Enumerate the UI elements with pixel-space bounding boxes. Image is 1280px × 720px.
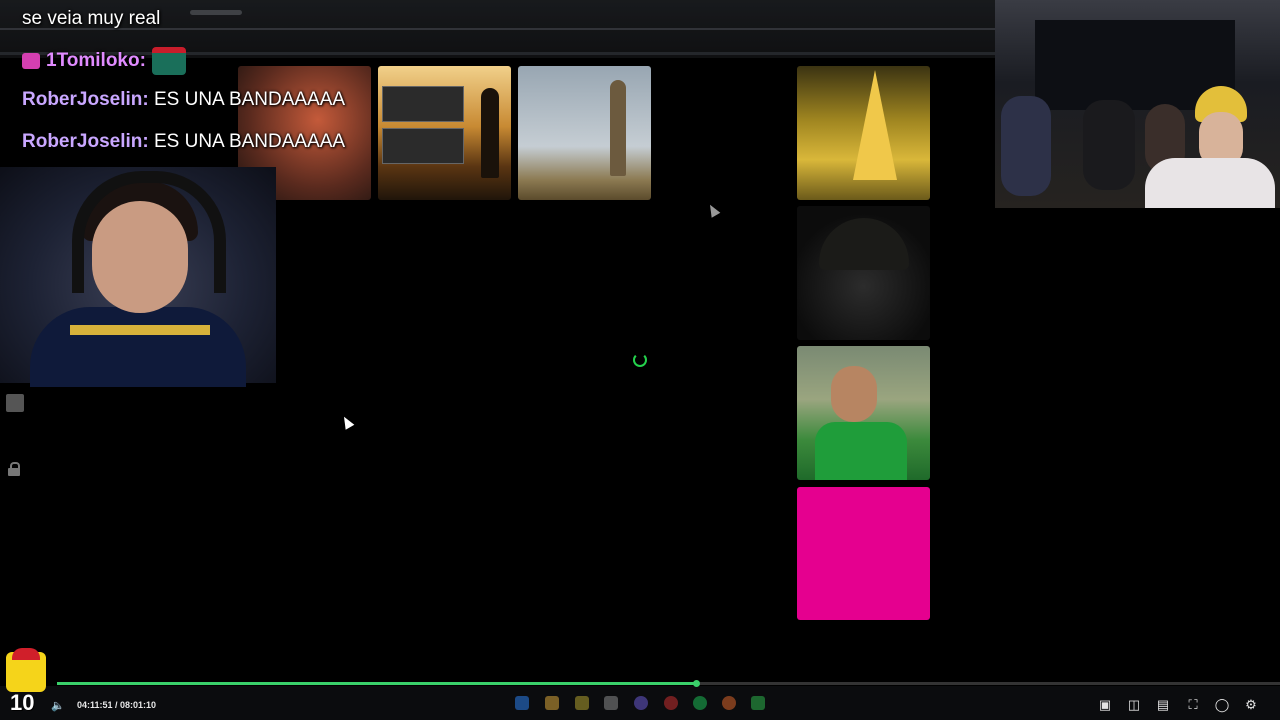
green-shirt bbox=[815, 422, 907, 480]
cap bbox=[819, 218, 909, 270]
santa-hat bbox=[12, 648, 40, 660]
headset bbox=[72, 171, 226, 293]
lock-icon[interactable] bbox=[8, 462, 20, 476]
image-tile-eiffel[interactable] bbox=[797, 66, 930, 200]
notes-icon bbox=[575, 696, 589, 710]
person bbox=[1083, 100, 1135, 190]
eiffel-tower bbox=[853, 70, 897, 180]
windows-start-icon bbox=[515, 696, 529, 710]
chat-overlay: se veia muy real 1Tomiloko: RoberJoselin… bbox=[8, 0, 408, 165]
white-shirt bbox=[1145, 158, 1275, 208]
image-tile[interactable] bbox=[518, 66, 651, 200]
theater-mode-icon[interactable]: ▣ bbox=[1097, 697, 1113, 713]
loading-spinner-icon bbox=[633, 353, 647, 367]
volume-icon[interactable]: 🔈 bbox=[51, 699, 65, 712]
message-text: se veia muy real bbox=[22, 8, 161, 29]
fullscreen-icon[interactable]: ⛶ bbox=[1185, 697, 1201, 713]
jersey bbox=[30, 307, 246, 387]
discord-icon bbox=[634, 696, 648, 710]
chat-message: se veia muy real bbox=[22, 8, 160, 30]
channel-logo[interactable]: 10 bbox=[6, 648, 50, 718]
person bbox=[1001, 96, 1051, 196]
emote-icon bbox=[151, 47, 186, 75]
channel-badge-number: 10 bbox=[10, 690, 35, 715]
seek-bar-handle[interactable] bbox=[693, 680, 700, 687]
mouse-cursor-icon bbox=[339, 414, 355, 430]
chat-icon[interactable] bbox=[6, 394, 24, 412]
subscriber-badge-icon bbox=[22, 53, 40, 69]
image-tile-pink[interactable] bbox=[797, 487, 930, 620]
image-tile-player[interactable] bbox=[797, 346, 930, 480]
check-icon bbox=[604, 696, 618, 710]
standing-figure bbox=[610, 80, 626, 176]
jersey-stripe bbox=[70, 325, 210, 335]
head bbox=[831, 366, 877, 422]
time-display: 04:11:51 / 08:01:10 bbox=[77, 700, 157, 710]
chat-username[interactable]: RoberJoselin: bbox=[22, 131, 149, 152]
chat-message: RoberJoselin: ES UNA BANDAAAAA bbox=[22, 131, 345, 153]
clip-icon[interactable]: ◫ bbox=[1126, 697, 1142, 713]
chat-message: 1Tomiloko: bbox=[22, 47, 186, 75]
chat-username[interactable]: RoberJoselin: bbox=[22, 89, 149, 110]
image-tile-cat[interactable] bbox=[797, 206, 930, 340]
chat-message: RoberJoselin: ES UNA BANDAAAAA bbox=[22, 89, 345, 111]
app-icon bbox=[751, 696, 765, 710]
message-text: ES UNA BANDAAAAA bbox=[153, 131, 346, 152]
webcam-group bbox=[995, 0, 1280, 208]
webcam-streamer bbox=[0, 167, 276, 387]
browser-icon bbox=[722, 696, 736, 710]
mouse-cursor-icon bbox=[705, 202, 721, 218]
record-icon bbox=[664, 696, 678, 710]
silhouette bbox=[481, 88, 499, 178]
seek-bar-progress bbox=[57, 682, 696, 685]
miniplayer-icon[interactable]: ▤ bbox=[1155, 697, 1171, 713]
message-text: ES UNA BANDAAAAA bbox=[153, 89, 346, 110]
spotify-icon bbox=[693, 696, 707, 710]
chat-username[interactable]: 1Tomiloko: bbox=[46, 50, 146, 71]
playback-speed-icon[interactable]: ◯ bbox=[1214, 697, 1230, 713]
settings-icon[interactable]: ⚙ bbox=[1243, 697, 1259, 713]
folder-icon bbox=[545, 696, 559, 710]
